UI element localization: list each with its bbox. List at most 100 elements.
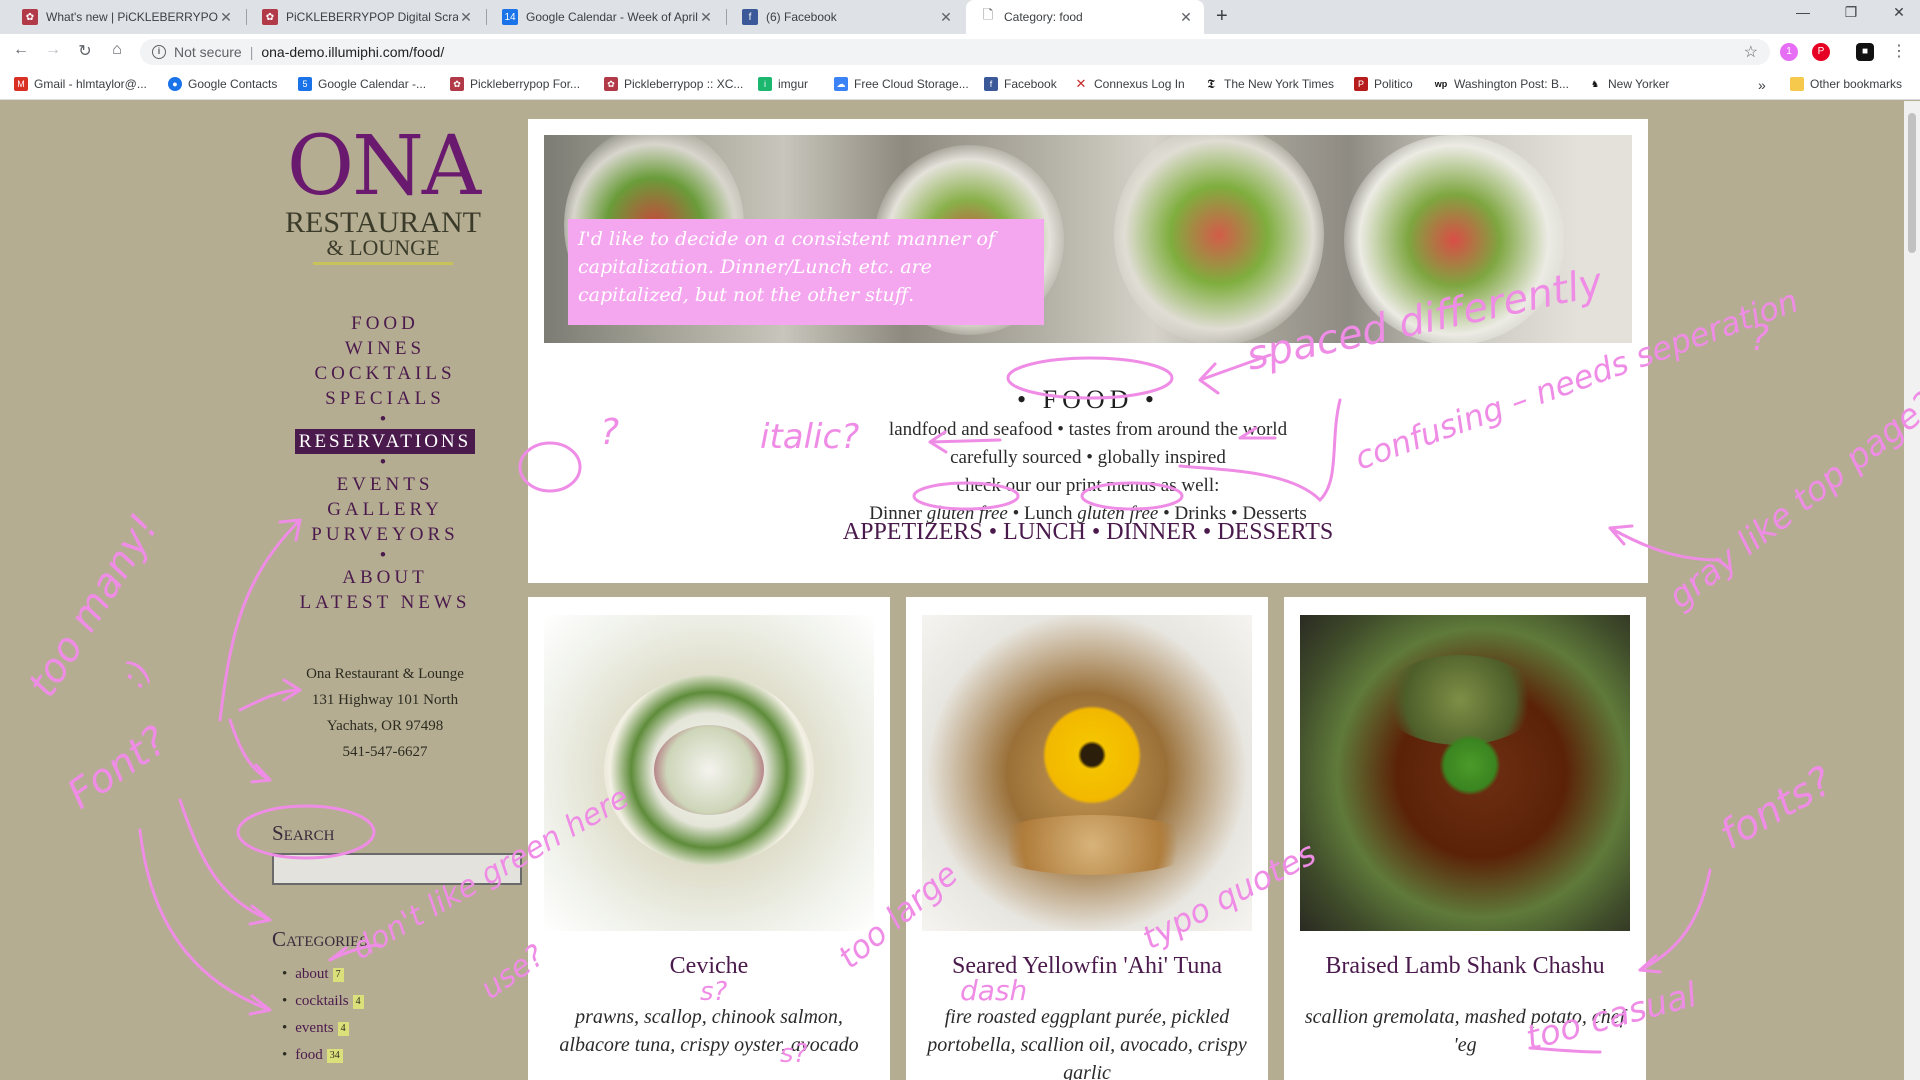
dish-name[interactable]: Seared Yellowfin 'Ahi' Tuna xyxy=(906,953,1268,980)
annotation-note: I'd like to decide on a consistent manne… xyxy=(568,219,1044,325)
bookmark-imgur[interactable]: i imgur xyxy=(758,77,808,91)
categories-list: about7 cocktails4 events4 food34 xyxy=(282,961,364,1069)
bookmarks-overflow-icon[interactable]: » xyxy=(1758,77,1766,93)
bookmark-gmail[interactable]: M Gmail - hlmtaylor@... xyxy=(14,77,147,91)
close-icon[interactable]: ✕ xyxy=(218,9,234,26)
logo-name: ONA xyxy=(286,119,481,214)
close-icon[interactable]: ✕ xyxy=(458,9,474,26)
tab-facebook[interactable]: f (6) Facebook ✕ xyxy=(728,0,964,34)
home-icon[interactable]: ⌂ xyxy=(106,41,128,59)
lamb-shank-image xyxy=(1300,615,1630,931)
close-icon[interactable]: ✕ xyxy=(698,9,714,26)
bookmark-pickleberry-forum[interactable]: ✿ Pickleberrypop For... xyxy=(450,77,580,91)
facebook-icon: f xyxy=(984,77,998,91)
tab-separator xyxy=(726,9,727,25)
nav-reservations[interactable]: RESERVATIONS xyxy=(294,429,476,454)
menu-sections[interactable]: APPETIZERS • LUNCH • DINNER • DESSERTS xyxy=(528,519,1648,546)
menu-icon[interactable]: ⋮ xyxy=(1888,41,1910,61)
scrollbar-thumb[interactable] xyxy=(1908,113,1916,253)
gmail-icon: M xyxy=(14,77,28,91)
ona-logo[interactable]: ONA RESTAURANT & LOUNGE xyxy=(278,125,488,265)
dish-description: fire roasted eggplant purée, pickled por… xyxy=(927,1006,1247,1080)
address-bar[interactable]: i Not secure | ona-demo.illumiphi.com/fo… xyxy=(140,39,1770,65)
cloud-icon: ☁ xyxy=(834,77,848,91)
restore-icon[interactable]: ❐ xyxy=(1836,4,1866,21)
search-input[interactable] xyxy=(272,853,522,885)
bookmark-connexus[interactable]: ✕ Connexus Log In xyxy=(1074,76,1185,91)
nav-purveyors[interactable]: PURVEYORS xyxy=(270,522,500,547)
dish-name[interactable]: Ceviche xyxy=(528,953,890,980)
bookmark-cloud[interactable]: ☁ Free Cloud Storage... xyxy=(834,77,969,91)
tab-separator xyxy=(246,9,247,25)
bookmark-contacts[interactable]: ● Google Contacts xyxy=(168,77,277,91)
bookmark-wapo[interactable]: wp Washington Post: B... xyxy=(1434,77,1569,91)
wapo-icon: wp xyxy=(1434,79,1448,89)
category-item[interactable]: events4 xyxy=(282,1015,364,1042)
url-text[interactable]: ona-demo.illumiphi.com/food/ xyxy=(261,44,444,60)
tab-google-calendar[interactable]: 14 Google Calendar - Week of April ✕ xyxy=(488,0,724,34)
category-count-badge: 4 xyxy=(352,994,364,1009)
category-item[interactable]: cocktails4 xyxy=(282,988,364,1015)
category-item[interactable]: food34 xyxy=(282,1042,364,1069)
pickleberry-icon: ✿ xyxy=(604,77,618,91)
nav-events[interactable]: EVENTS xyxy=(270,472,500,497)
tab-pickleberrypop-forum[interactable]: ✿ What's new | PiCKLEBERRYPOP F ✕ xyxy=(8,0,244,34)
tab-separator xyxy=(486,9,487,25)
nav-separator: • xyxy=(379,545,391,566)
nav-separator: • xyxy=(379,452,391,473)
page-scrollbar[interactable] xyxy=(1904,101,1920,1080)
oysters-hero-image: I'd like to decide on a consistent manne… xyxy=(544,135,1632,343)
bookmark-star-icon[interactable]: ☆ xyxy=(1744,42,1758,62)
tab-title: PiCKLEBERRYPOP Digital Scrapbo xyxy=(286,10,458,24)
calendar-icon: 14 xyxy=(502,9,518,25)
close-icon[interactable]: ✕ xyxy=(938,9,954,26)
close-icon[interactable]: ✕ xyxy=(1178,9,1194,26)
dish-description: scallion gremolata, mashed potato, chef … xyxy=(1304,1006,1626,1056)
nav-cocktails[interactable]: COCKTAILS xyxy=(270,361,500,386)
category-count-badge: 4 xyxy=(337,1021,349,1036)
close-window-icon[interactable]: ✕ xyxy=(1884,4,1914,21)
bookmark-nyt[interactable]: 𝕿 The New York Times xyxy=(1204,77,1334,92)
minimize-icon[interactable]: — xyxy=(1788,4,1818,20)
nav-about[interactable]: ABOUT xyxy=(270,565,500,590)
pinterest-icon[interactable]: P xyxy=(1812,43,1830,61)
other-bookmarks[interactable]: Other bookmarks xyxy=(1790,77,1902,91)
tab-bar: ✿ What's new | PiCKLEBERRYPOP F ✕ ✿ PiCK… xyxy=(0,0,1920,34)
back-icon[interactable]: ← xyxy=(10,41,32,59)
dish-card-ahi-tuna[interactable]: Seared Yellowfin 'Ahi' Tuna fire roasted… xyxy=(906,597,1268,1080)
category-count-badge: 7 xyxy=(332,967,344,982)
dish-description: prawns, scallop, chinook salmon, albacor… xyxy=(559,1006,859,1056)
nav-specials[interactable]: SPECIALS xyxy=(270,386,500,411)
dish-card-lamb-shank[interactable]: Braised Lamb Shank Chashu scallion gremo… xyxy=(1284,597,1646,1080)
newyorker-icon: ♞ xyxy=(1590,78,1600,89)
nav-wines[interactable]: WINES xyxy=(270,336,500,361)
food-header-card: I'd like to decide on a consistent manne… xyxy=(528,119,1648,583)
reload-icon[interactable]: ↻ xyxy=(74,41,96,61)
bookmark-calendar[interactable]: 5 Google Calendar -... xyxy=(298,77,426,91)
tab-pickleberrypop-scrapbook[interactable]: ✿ PiCKLEBERRYPOP Digital Scrapbo ✕ xyxy=(248,0,484,34)
tab-category-food[interactable]: 🗋 Category: food ✕ xyxy=(966,0,1204,34)
bookmark-politico[interactable]: P Politico xyxy=(1354,77,1413,91)
nav-gallery[interactable]: GALLERY xyxy=(270,497,500,522)
web-page: ONA RESTAURANT & LOUNGE FOOD WINES COCKT… xyxy=(0,101,1904,1080)
nav-latest-news[interactable]: LATEST NEWS xyxy=(270,590,500,615)
nav-food[interactable]: FOOD xyxy=(270,311,500,336)
dish-card-ceviche[interactable]: Ceviche prawns, scallop, chinook salmon,… xyxy=(528,597,890,1080)
forward-icon[interactable]: → xyxy=(42,41,64,59)
categories-heading: Categories xyxy=(272,927,368,951)
extension-icon[interactable]: 1 xyxy=(1780,43,1798,61)
bookmark-pickleberry-xc[interactable]: ✿ Pickleberrypop :: XC... xyxy=(604,77,743,91)
tagline: carefully sourced • globally inspired xyxy=(950,447,1226,468)
connexus-icon: ✕ xyxy=(1075,76,1087,91)
category-item[interactable]: about7 xyxy=(282,961,364,988)
dish-name[interactable]: Braised Lamb Shank Chashu xyxy=(1284,953,1646,980)
new-tab-button[interactable]: + xyxy=(1216,5,1228,28)
extension-icon[interactable]: ■ xyxy=(1856,43,1874,61)
info-icon[interactable]: i xyxy=(152,45,166,59)
bookmark-facebook[interactable]: f Facebook xyxy=(984,77,1057,91)
address-street: 131 Highway 101 North xyxy=(311,692,459,708)
logo-line-restaurant: RESTAURANT xyxy=(285,206,481,239)
security-label: Not secure xyxy=(174,44,242,60)
address-phone[interactable]: 541-547-6627 xyxy=(270,739,500,765)
bookmark-newyorker[interactable]: ♞ New Yorker xyxy=(1588,77,1669,91)
